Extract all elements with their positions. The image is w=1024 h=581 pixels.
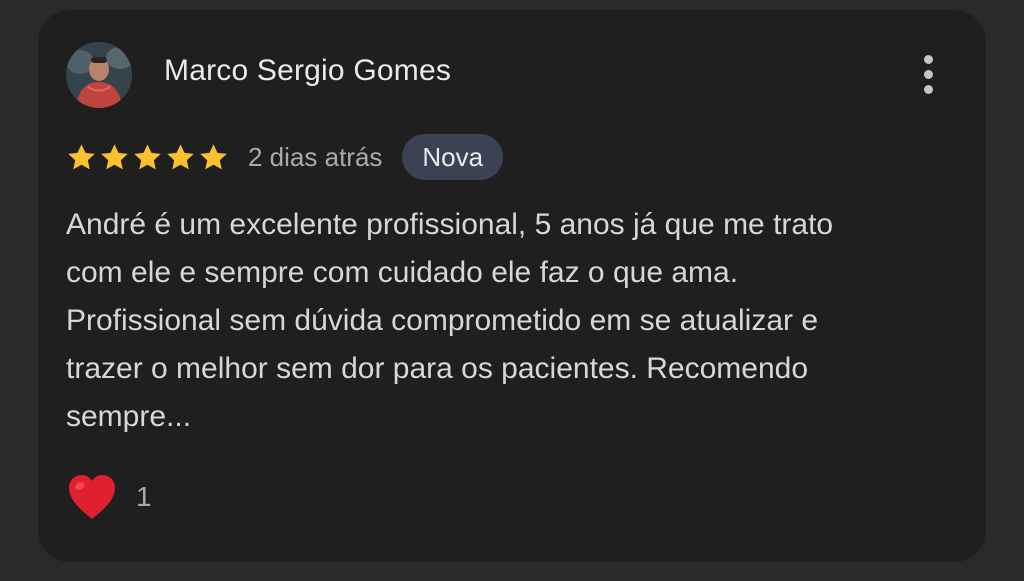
more-vert-icon [923,54,933,64]
review-card: Marco Sergio Gomes 2 dias atrás Nova And… [38,10,986,562]
star-icon [68,143,95,169]
more-options-button[interactable] [910,50,946,98]
star-icon [101,143,128,169]
star-icon [200,143,227,169]
avatar-photo [66,42,132,108]
star-rating [66,142,229,173]
star-icon [134,143,161,169]
avatar[interactable] [66,42,132,108]
review-meta: 2 dias atrás Nova [66,134,504,180]
heart-icon [69,475,115,519]
new-badge: Nova [402,134,504,180]
review-text: André é um excelente profissional, 5 ano… [66,208,834,433]
reaction-button[interactable]: 1 [66,472,152,522]
more-vert-icon-dot [923,69,933,79]
star-icon [167,143,194,169]
reaction-count: 1 [136,481,152,512]
review-date: 2 dias atrás [248,141,383,172]
reviewer-name[interactable]: Marco Sergio Gomes [164,54,451,88]
more-vert-icon-dot [923,84,933,94]
